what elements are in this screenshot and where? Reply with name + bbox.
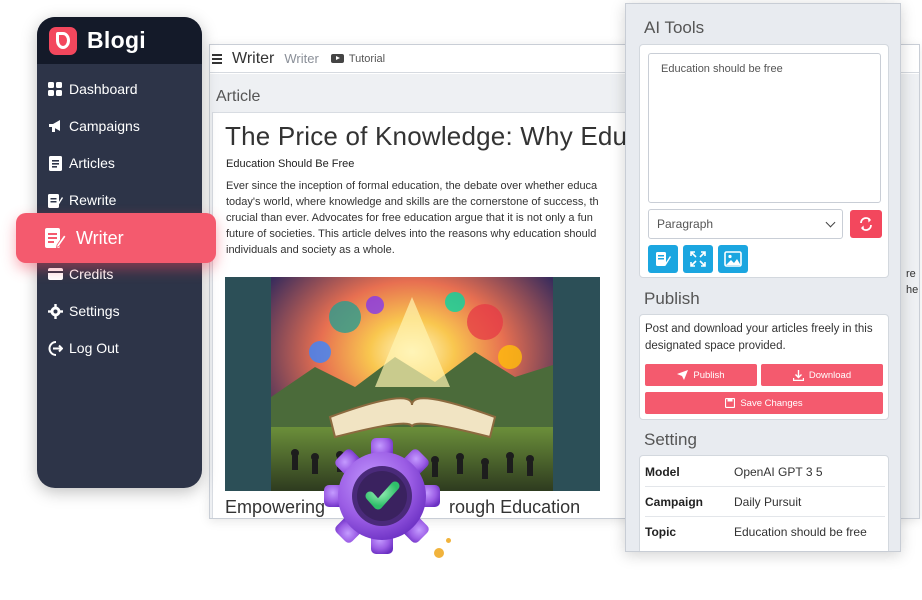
- save-label: Save Changes: [740, 397, 803, 409]
- publish-button[interactable]: Publish: [645, 364, 757, 386]
- save-changes-button[interactable]: Save Changes: [645, 392, 883, 414]
- setting-row-topic: Topic Education should be free: [645, 517, 885, 546]
- editor-title: Writer: [232, 49, 275, 67]
- save-icon: [725, 398, 736, 408]
- sidebar-item-label: Log Out: [69, 340, 119, 356]
- expand-icon: [690, 251, 706, 267]
- format-select-value: Paragraph: [657, 217, 714, 231]
- image-icon: [724, 251, 742, 267]
- megaphone-icon: [47, 118, 63, 134]
- download-label: Download: [808, 369, 852, 381]
- credits-icon: [47, 266, 63, 282]
- sidebar-item-credits[interactable]: Credits: [37, 259, 202, 289]
- sidebar-item-label: Rewrite: [69, 192, 117, 208]
- send-icon: [677, 370, 689, 380]
- publish-label: Publish: [693, 369, 725, 381]
- sidebar-item-settings[interactable]: Settings: [37, 296, 202, 326]
- sidebar-item-rewrite[interactable]: Rewrite: [37, 185, 202, 215]
- heading2-start: Empowering: [225, 497, 326, 517]
- hamburger-menu-icon[interactable]: [210, 53, 224, 65]
- publish-description: Post and download your articles freely i…: [645, 323, 873, 352]
- article-subtitle: Education Should Be Free: [226, 158, 355, 170]
- sidebar-header: Blogi: [37, 17, 202, 64]
- overflow-text: re he: [906, 266, 918, 298]
- setting-row-campaign: Campaign Daily Pursuit: [645, 488, 885, 517]
- heading2-end: rough Education: [449, 497, 581, 517]
- ai-tools-title: AI Tools: [644, 18, 705, 37]
- sidebar-item-label: Settings: [69, 303, 120, 319]
- logout-icon: [47, 340, 63, 356]
- sidebar-item-label: Campaigns: [69, 118, 140, 134]
- chevron-down-icon: [825, 217, 836, 227]
- editor-subtitle: Writer: [284, 51, 319, 66]
- regenerate-icon: [860, 217, 872, 231]
- format-select[interactable]: Paragraph: [648, 209, 843, 239]
- download-icon: [792, 369, 804, 381]
- setting-key: Topic: [645, 524, 677, 539]
- blogi-logo-icon[interactable]: [49, 26, 77, 55]
- download-button[interactable]: Download: [761, 364, 883, 386]
- ai-tools-panel: AI Tools Paragraph Publish Post and down…: [625, 3, 901, 552]
- write-tool-button[interactable]: [648, 245, 678, 273]
- sidebar-item-label: Credits: [69, 266, 114, 282]
- article-title: The Price of Knowledge: Why Edu: [225, 121, 628, 151]
- gear-check-icon: [324, 438, 440, 554]
- dashboard-icon: [47, 81, 63, 97]
- sidebar-item-label: Writer: [76, 227, 124, 248]
- brand-name[interactable]: Blogi: [87, 27, 146, 54]
- success-gear-badge: [320, 432, 451, 572]
- setting-key: Model: [645, 465, 680, 479]
- article-section-label: Article: [216, 88, 261, 105]
- publish-card: Post and download your articles freely i…: [639, 314, 889, 420]
- article-icon: [47, 155, 63, 171]
- writer-icon: [44, 227, 66, 249]
- overflow-fragment: he: [906, 284, 919, 296]
- setting-value: Education should be free: [734, 524, 867, 539]
- overflow-fragment: re: [906, 268, 916, 280]
- setting-row-model: Model OpenAI GPT 3 5: [645, 458, 885, 487]
- setting-key: Campaign: [645, 495, 704, 509]
- rewrite-icon: [47, 192, 63, 208]
- sidebar-item-campaigns[interactable]: Campaigns: [37, 111, 202, 141]
- write-icon: [656, 252, 671, 266]
- tutorial-link[interactable]: Tutorial: [330, 52, 386, 65]
- video-icon: [330, 54, 344, 63]
- decor-dot: [446, 538, 451, 543]
- publish-title: Publish: [644, 289, 700, 308]
- expand-tool-button[interactable]: [683, 245, 713, 273]
- decor-dot: [434, 548, 444, 558]
- sidebar-item-label: Articles: [69, 155, 115, 171]
- setting-value: OpenAI GPT 3 5: [734, 465, 823, 479]
- gear-icon: [47, 303, 63, 319]
- sidebar-item-dashboard[interactable]: Dashboard: [37, 74, 202, 104]
- tutorial-label: Tutorial: [348, 52, 386, 65]
- regenerate-button[interactable]: [850, 210, 882, 238]
- setting-title: Setting: [644, 430, 697, 449]
- ai-tools-card: Paragraph: [639, 44, 889, 278]
- setting-value: Daily Pursuit: [734, 495, 802, 509]
- sidebar-item-articles[interactable]: Articles: [37, 148, 202, 178]
- sidebar-item-label: Dashboard: [69, 81, 138, 97]
- image-tool-button[interactable]: [718, 245, 748, 273]
- setting-card: Model OpenAI GPT 3 5 Campaign Daily Purs…: [639, 455, 889, 551]
- sidebar-item-writer[interactable]: Writer: [16, 213, 216, 263]
- prompt-input[interactable]: [648, 53, 881, 203]
- sidebar-item-logout[interactable]: Log Out: [37, 333, 202, 363]
